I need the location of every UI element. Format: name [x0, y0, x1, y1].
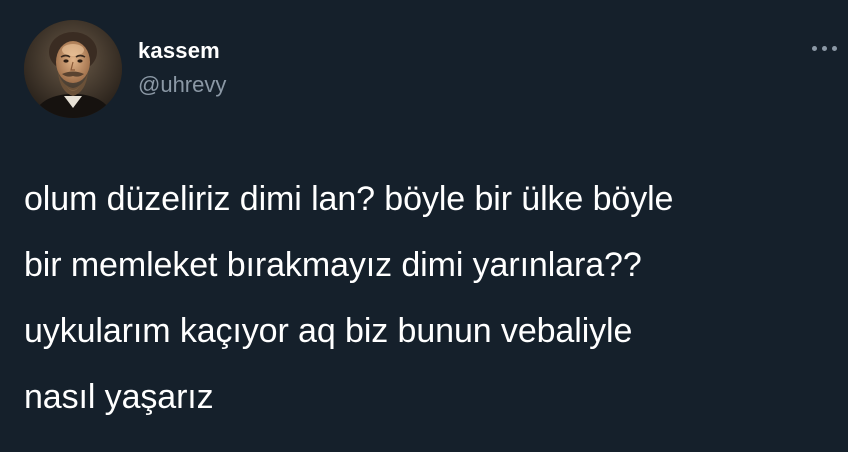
display-name[interactable]: kassem	[138, 38, 220, 64]
tweet-text: olum düzeliriz dimi lan? böyle bir ülke …	[24, 180, 674, 416]
avatar[interactable]	[24, 20, 122, 118]
user-handle[interactable]: @uhrevy	[138, 72, 226, 98]
portrait-avatar-icon	[24, 20, 122, 118]
dot	[812, 45, 817, 51]
tweet-card: kassem @uhrevy olum düzeliriz dimi lan? …	[0, 0, 848, 452]
dot	[822, 45, 827, 51]
more-options-icon[interactable]	[812, 38, 848, 58]
dot	[832, 45, 837, 51]
